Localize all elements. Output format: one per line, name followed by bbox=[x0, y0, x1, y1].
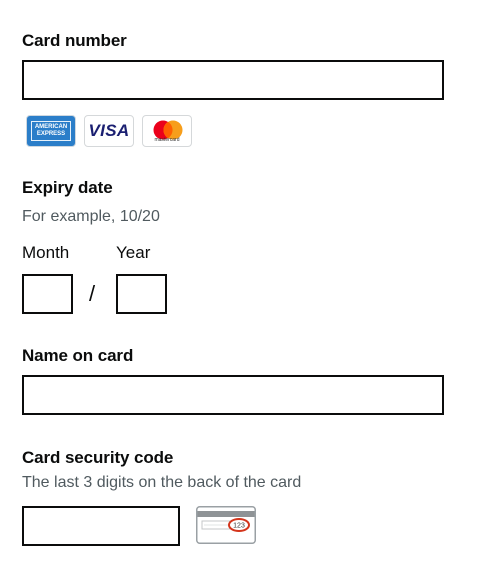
visa-logo-icon: VISA bbox=[84, 115, 134, 147]
expiry-month-label: Month bbox=[22, 243, 70, 262]
amex-logo-icon: AMERICAN EXPRESS bbox=[26, 115, 76, 147]
name-on-card-label: Name on card bbox=[22, 346, 134, 365]
mastercard-logo-text: mastercard bbox=[154, 137, 180, 143]
mastercard-logo-icon: mastercard bbox=[142, 115, 192, 147]
amex-logo-line2: EXPRESS bbox=[36, 131, 66, 137]
card-number-label: Card number bbox=[22, 31, 127, 50]
expiry-year-input[interactable] bbox=[116, 274, 167, 314]
security-code-input[interactable] bbox=[22, 506, 180, 546]
expiry-date-label: Expiry date bbox=[22, 178, 113, 197]
amex-logo-line1: AMERICAN bbox=[34, 124, 68, 130]
accepted-cards: AMERICAN EXPRESS VISA mastercard bbox=[26, 114, 194, 148]
security-code-hint: The last 3 digits on the back of the car… bbox=[22, 474, 302, 491]
expiry-date-hint: For example, 10/20 bbox=[22, 208, 160, 225]
expiry-month-input[interactable] bbox=[22, 274, 73, 314]
expiry-separator: / bbox=[89, 281, 96, 306]
name-on-card-input[interactable] bbox=[22, 375, 444, 415]
cvc-illustration-digits: 123 bbox=[233, 523, 245, 530]
card-back-cvc-icon: 123 bbox=[196, 506, 256, 544]
security-code-label: Card security code bbox=[22, 448, 174, 467]
expiry-year-label: Year bbox=[116, 243, 151, 262]
visa-logo-text: VISA bbox=[88, 121, 130, 140]
card-number-input[interactable] bbox=[22, 60, 444, 100]
